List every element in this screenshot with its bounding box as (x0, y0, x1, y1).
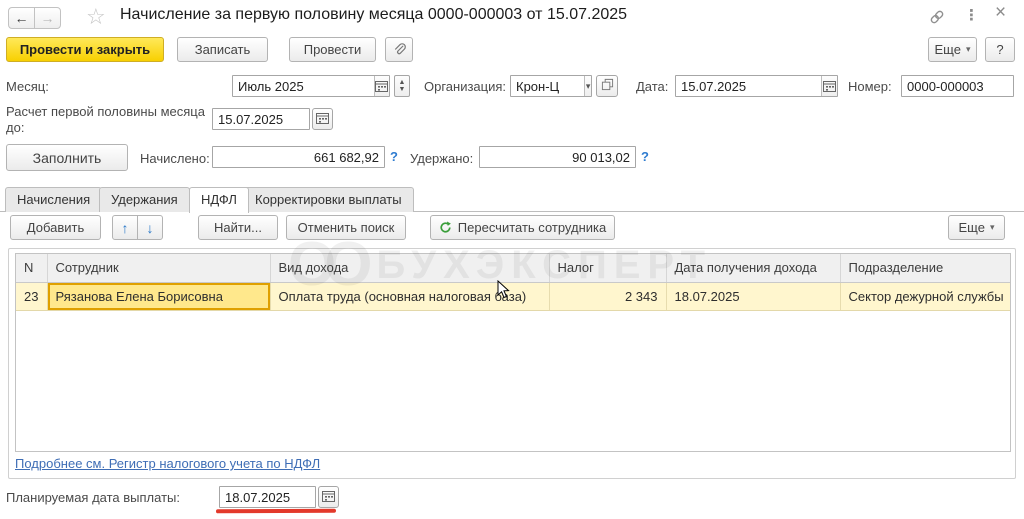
table-more-button[interactable]: Еще ▾ (948, 215, 1005, 240)
organization-input[interactable] (511, 76, 585, 96)
cancel-search-button[interactable]: Отменить поиск (286, 215, 406, 240)
col-header-income-date[interactable]: Дата получения дохода (666, 254, 841, 283)
find-button[interactable]: Найти... (198, 215, 278, 240)
number-label: Номер: (848, 79, 892, 94)
cell-income-date[interactable]: 18.07.2025 (666, 282, 841, 311)
command-more-button[interactable]: Еще ▾ (928, 37, 977, 62)
date-label: Дата: (636, 79, 669, 94)
date-field (675, 75, 838, 97)
accrued-label: Начислено: (140, 151, 210, 166)
calendar-icon (322, 490, 335, 505)
move-up-button[interactable]: ↑ (112, 215, 138, 240)
ndfl-table-area: N Сотрудник Вид дохода Налог Дата получе… (15, 253, 1011, 452)
withheld-label: Удержано: (410, 151, 474, 166)
more-vert-icon[interactable]: ⋮ (964, 8, 979, 24)
ndfl-table: N Сотрудник Вид дохода Налог Дата получе… (16, 254, 1010, 311)
organization-field: ▾ (510, 75, 592, 97)
col-header-n[interactable]: N (16, 254, 48, 283)
planned-date-field (219, 486, 316, 508)
planned-date-label: Планируемая дата выплаты: (6, 490, 180, 505)
cell-income-type[interactable]: Оплата труда (основная налоговая база) (270, 282, 550, 311)
back-icon: ← (14, 10, 29, 26)
move-down-button[interactable]: ↓ (137, 215, 163, 240)
command-more-label: Еще (934, 42, 961, 57)
cell-tax[interactable]: 2 343 (549, 282, 667, 311)
cell-employee[interactable]: Рязанова Елена Борисовна (47, 282, 271, 311)
post-button[interactable]: Провести (289, 37, 376, 62)
number-input[interactable] (902, 76, 1013, 96)
chevron-down-icon: ▾ (989, 222, 995, 232)
red-underline-annotation (215, 508, 337, 514)
link-icon[interactable] (929, 9, 945, 29)
planned-date-calendar-button[interactable] (318, 486, 339, 508)
save-button[interactable]: Записать (177, 37, 268, 62)
forward-button[interactable]: → (34, 7, 61, 29)
open-organization-button[interactable] (596, 75, 618, 97)
accrued-input[interactable] (213, 147, 384, 167)
number-field (901, 75, 1014, 97)
help-button[interactable]: ? (985, 37, 1015, 62)
forward-icon: → (40, 10, 55, 26)
post-and-close-button[interactable]: Провести и закрыть (6, 37, 164, 62)
month-stepper[interactable]: ▲ ▼ (394, 75, 410, 97)
col-header-tax[interactable]: Налог (549, 254, 667, 283)
recalc-employee-button[interactable]: Пересчитать сотрудника (430, 215, 615, 240)
month-label: Месяц: (6, 79, 49, 94)
withheld-field (479, 146, 636, 168)
accrued-field (212, 146, 385, 168)
page-title: Начисление за первую половину месяца 000… (120, 6, 628, 23)
document-window: ← → ☆ Начисление за первую половину меся… (0, 0, 1024, 519)
ndfl-tab-panel: N Сотрудник Вид дохода Налог Дата получе… (8, 248, 1016, 479)
dropdown-arrow-icon[interactable]: ▾ (584, 76, 591, 96)
planned-date-input[interactable] (220, 487, 315, 507)
withheld-input[interactable] (480, 147, 635, 167)
date-input[interactable] (676, 76, 822, 96)
table-row[interactable]: 23 Рязанова Елена Борисовна Оплата труда… (16, 282, 1010, 311)
spin-up-icon: ▲ (398, 79, 406, 86)
spin-down-icon: ▼ (398, 86, 406, 93)
table-more-label: Еще (958, 220, 985, 235)
calendar-icon[interactable] (373, 76, 389, 96)
chevron-down-icon: ▾ (965, 44, 971, 54)
refresh-icon (439, 221, 452, 234)
half-month-field (212, 108, 310, 130)
move-up-icon: ↑ (121, 219, 129, 236)
table-header-row: N Сотрудник Вид дохода Налог Дата получе… (16, 254, 1010, 283)
col-header-employee[interactable]: Сотрудник (47, 254, 271, 283)
cell-n[interactable]: 23 (16, 282, 48, 311)
calendar-icon (316, 112, 329, 127)
recalc-employee-label: Пересчитать сотрудника (457, 220, 607, 235)
month-field (232, 75, 390, 97)
ndfl-register-link[interactable]: Подробнее см. Регистр налогового учета п… (15, 456, 320, 471)
favorite-star-icon[interactable]: ☆ (86, 4, 106, 30)
withheld-help-icon[interactable]: ? (641, 149, 649, 164)
half-month-calendar-button[interactable] (312, 108, 333, 130)
calendar-icon[interactable] (821, 76, 837, 96)
cell-department[interactable]: Сектор дежурной службы (840, 282, 1010, 311)
tab-payment-corrections[interactable]: Корректировки выплаты (243, 187, 414, 212)
half-month-label: Расчет первой половины месяца до: (6, 104, 205, 135)
tab-deductions[interactable]: Удержания (99, 187, 190, 212)
half-month-input[interactable] (213, 109, 309, 129)
month-input[interactable] (233, 76, 374, 96)
move-down-icon: ↓ (146, 219, 154, 236)
tab-accruals[interactable]: Начисления (5, 187, 103, 212)
fill-button[interactable]: Заполнить (6, 144, 128, 171)
accrued-help-icon[interactable]: ? (390, 149, 398, 164)
tab-ndfl[interactable]: НДФЛ (189, 187, 249, 213)
col-header-department[interactable]: Подразделение (840, 254, 1010, 283)
attach-button[interactable] (385, 37, 413, 62)
organization-label: Организация: (424, 79, 507, 94)
back-button[interactable]: ← (8, 7, 35, 29)
add-row-button[interactable]: Добавить (10, 215, 101, 240)
open-form-icon (601, 78, 614, 94)
paperclip-icon (392, 42, 407, 57)
col-header-income-type[interactable]: Вид дохода (270, 254, 550, 283)
close-icon[interactable]: × (995, 3, 1006, 22)
